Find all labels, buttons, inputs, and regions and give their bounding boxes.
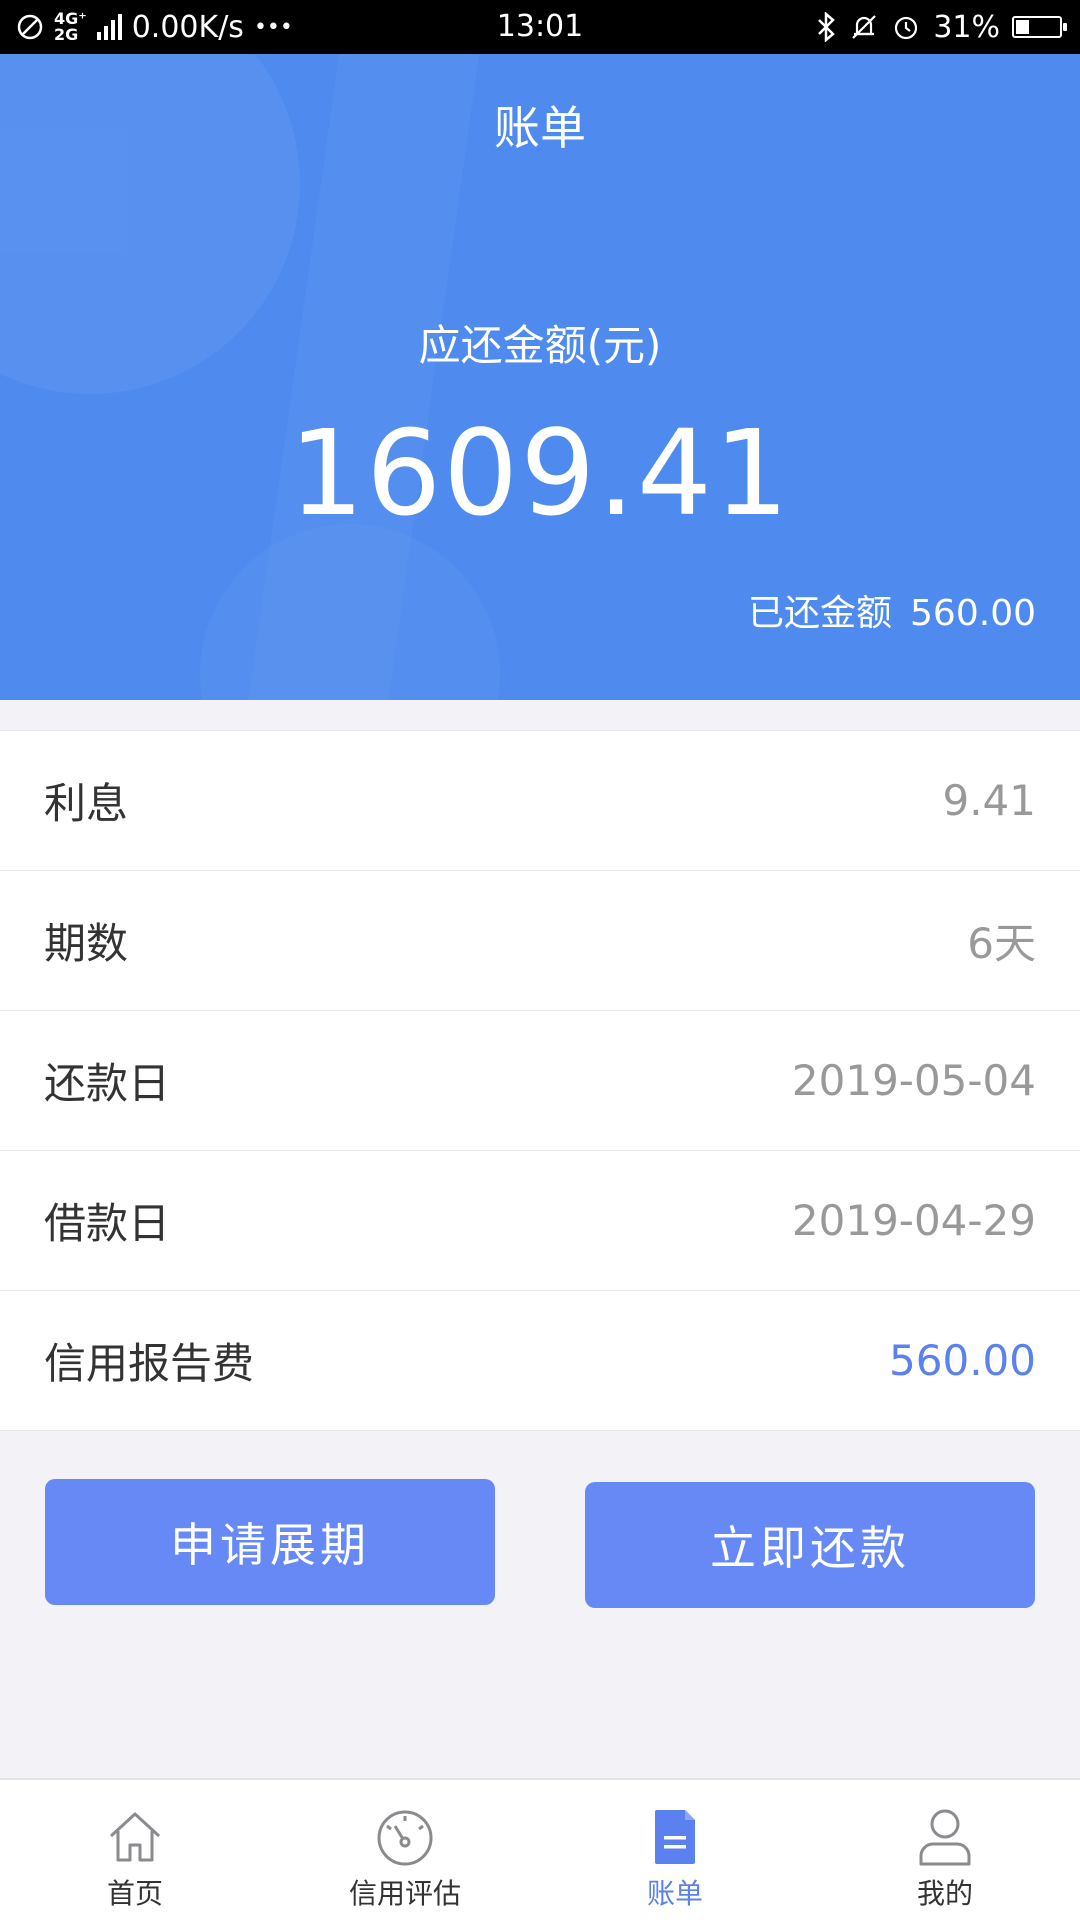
page-title: 账单 xyxy=(494,101,586,155)
paid-amount-label: 已还金额 xyxy=(748,593,893,634)
bill-header: 账单 应还金额(元) 1609.41 已还金额 560.00 xyxy=(0,54,1080,700)
bill-details-list: 利息 9.41 期数 6天 还款日 2019-05-04 借款日 2019-04… xyxy=(0,730,1080,1431)
home-icon xyxy=(109,1812,161,1862)
bluetooth-icon xyxy=(818,12,836,42)
paid-amount-row: 已还金额 560.00 xyxy=(748,584,1036,636)
battery-icon xyxy=(1012,16,1067,38)
bell-muted-icon xyxy=(852,15,877,39)
do-not-disturb-icon xyxy=(17,14,43,40)
user-icon xyxy=(919,1809,971,1866)
status-bar: 4G⁺ 2G 0.00K/s ••• 13:01 31% xyxy=(0,0,1080,54)
signal-icon xyxy=(96,14,122,40)
status-right: 31% xyxy=(815,0,1067,54)
repay-now-button[interactable]: 立即还款 xyxy=(585,1482,1035,1608)
detail-label: 信用报告费 xyxy=(44,1339,255,1388)
tab-label: 信用评估 xyxy=(348,1877,461,1910)
more-dots: ••• xyxy=(253,14,293,40)
detail-label: 利息 xyxy=(44,779,129,828)
detail-value: 6天 xyxy=(967,919,1036,968)
tab-mine[interactable]: 我的 xyxy=(810,1780,1080,1922)
credit-report-fee-link[interactable]: 560.00 xyxy=(889,1336,1036,1385)
gauge-icon xyxy=(377,1810,433,1866)
detail-label: 期数 xyxy=(44,919,129,968)
alarm-icon xyxy=(895,16,918,40)
due-amount-value: 1609.41 xyxy=(289,404,791,542)
detail-row-credit-report-fee[interactable]: 信用报告费 560.00 xyxy=(0,1291,1080,1431)
detail-value: 9.41 xyxy=(942,776,1036,825)
apply-extension-button[interactable]: 申请展期 xyxy=(45,1479,495,1605)
network-speed: 0.00K/s xyxy=(131,9,244,45)
due-amount-label: 应还金额(元) xyxy=(418,321,662,370)
detail-value: 2019-04-29 xyxy=(791,1196,1036,1245)
battery-percent: 31% xyxy=(933,9,1000,45)
detail-row-repay-date: 还款日 2019-05-04 xyxy=(0,1011,1080,1151)
detail-label: 借款日 xyxy=(44,1199,171,1248)
detail-row-term: 期数 6天 xyxy=(0,871,1080,1011)
detail-label: 还款日 xyxy=(44,1059,171,1108)
detail-value: 2019-05-04 xyxy=(791,1056,1036,1105)
network-label-bottom: 2G xyxy=(54,25,79,44)
tab-home[interactable]: 首页 xyxy=(0,1780,270,1922)
tab-label: 账单 xyxy=(646,1877,703,1910)
header-decoration xyxy=(200,524,500,700)
tab-label: 首页 xyxy=(106,1877,163,1910)
detail-row-loan-date: 借款日 2019-04-29 xyxy=(0,1151,1080,1291)
tab-bill[interactable]: 账单 xyxy=(540,1780,810,1922)
paid-amount-value: 560.00 xyxy=(910,593,1036,634)
status-left: 4G⁺ 2G 0.00K/s ••• xyxy=(16,0,293,54)
bottom-tab-bar: 首页 信用评估 账单 我的 xyxy=(0,1778,1080,1922)
tab-credit-evaluation[interactable]: 信用评估 xyxy=(270,1780,540,1922)
tab-label: 我的 xyxy=(916,1877,973,1910)
battery-fill xyxy=(1016,20,1029,34)
bill-icon xyxy=(655,1810,695,1864)
network-type: 4G⁺ 2G xyxy=(54,11,87,43)
detail-row-interest: 利息 9.41 xyxy=(0,731,1080,871)
